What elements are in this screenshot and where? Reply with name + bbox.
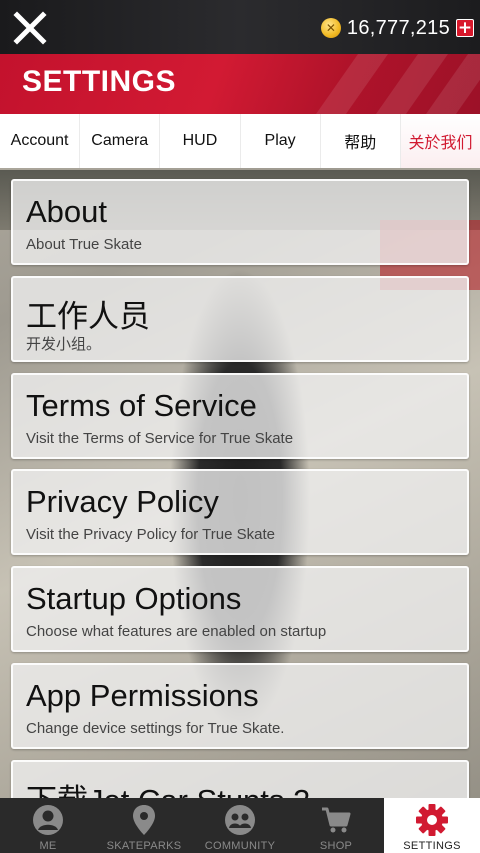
nav-skateparks[interactable]: SKATEPARKS — [96, 798, 192, 853]
nav-me[interactable]: ME — [0, 798, 96, 853]
list-item-subtitle: 开发小组。 — [26, 336, 102, 353]
nav-shop[interactable]: SHOP — [288, 798, 384, 853]
tab-about-us[interactable]: 关於我们 — [400, 114, 480, 168]
list-item-terms-of-service[interactable]: Terms of Service Visit the Terms of Serv… — [11, 373, 469, 459]
list-item-title: About — [26, 194, 108, 229]
tab-camera[interactable]: Camera — [80, 114, 161, 168]
coin-count: 16,777,215 — [346, 16, 450, 39]
list-item-app-permissions[interactable]: App Permissions Change device settings f… — [11, 663, 469, 749]
community-icon — [225, 805, 255, 835]
tab-hud[interactable]: HUD — [160, 114, 241, 168]
close-button[interactable] — [10, 8, 50, 48]
tab-help[interactable]: 帮助 — [321, 114, 401, 168]
list-item-title: App Permissions — [26, 678, 259, 713]
nav-community[interactable]: COMMUNITY — [192, 798, 288, 853]
nav-label: ME — [39, 840, 57, 852]
close-x-icon — [13, 11, 47, 45]
list-item-title: 工作人员 — [26, 299, 150, 334]
person-icon — [33, 805, 63, 835]
list-item-subtitle: Visit the Terms of Service for True Skat… — [26, 430, 294, 447]
list-item-subtitle: Choose what features are enabled on star… — [26, 623, 327, 640]
list-item-subtitle: Change device settings for True Skate. — [26, 720, 285, 737]
coin-balance: ✕ 16,777,215 + — [320, 14, 474, 42]
settings-tabs: Account Camera HUD Play 帮助 关於我们 — [0, 114, 480, 168]
page-title: SETTINGS — [22, 65, 177, 98]
list-item-privacy-policy[interactable]: Privacy Policy Visit the Privacy Policy … — [11, 469, 469, 555]
list-item-download-jet-car-stunts[interactable]: 下载Jet Car Stunts 2 — [11, 760, 469, 798]
title-bar: SETTINGS — [0, 54, 480, 114]
nav-settings[interactable]: SETTINGS — [384, 798, 480, 853]
tab-play[interactable]: Play — [241, 114, 321, 168]
list-item-about[interactable]: About About True Skate — [11, 179, 469, 265]
nav-label: SHOP — [319, 840, 353, 852]
map-pin-icon — [133, 805, 155, 835]
tab-account[interactable]: Account — [0, 114, 81, 168]
nav-label: COMMUNITY — [204, 840, 276, 852]
list-item-title: Terms of Service — [26, 388, 257, 423]
gear-icon — [416, 804, 448, 836]
top-bar: ✕ 16,777,215 + — [0, 0, 480, 54]
list-item-title: 下载Jet Car Stunts 2 — [26, 775, 310, 798]
list-item-title: Startup Options — [26, 581, 242, 616]
list-item-subtitle: About True Skate — [26, 236, 142, 253]
add-coins-button[interactable]: + — [456, 19, 474, 37]
list-item-startup-options[interactable]: Startup Options Choose what features are… — [11, 566, 469, 652]
cart-icon — [322, 807, 351, 833]
bottom-nav: ME SKATEPARKS COMMUNITY SHOP SETTINGS — [0, 798, 480, 853]
settings-list[interactable]: About About True Skate 工作人员 开发小组。 Terms … — [0, 168, 480, 798]
coin-icon: ✕ — [320, 18, 341, 38]
list-item-subtitle: Visit the Privacy Policy for True Skate — [26, 526, 275, 543]
nav-label: SKATEPARKS — [106, 840, 182, 852]
list-item-credits[interactable]: 工作人员 开发小组。 — [11, 276, 469, 362]
list-item-title: Privacy Policy — [26, 484, 219, 519]
nav-label: SETTINGS — [403, 840, 461, 852]
